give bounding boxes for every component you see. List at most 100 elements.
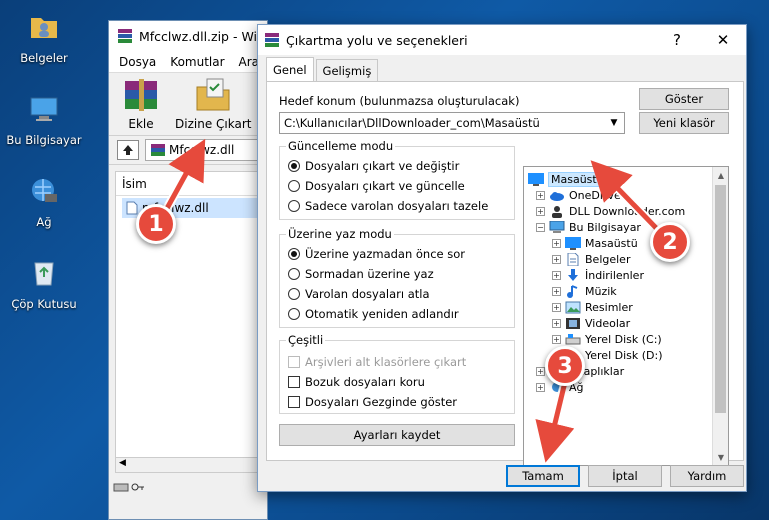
radio-button[interactable] xyxy=(288,160,300,172)
tree-item-label: Yerel Disk (C:) xyxy=(585,332,662,346)
add-button[interactable]: Ekle xyxy=(121,77,161,131)
radio-extract-update[interactable]: Dosyaları çıkart ve güncelle xyxy=(288,179,465,193)
tree-item-documents[interactable]: + Belgeler xyxy=(552,251,630,267)
chevron-down-icon[interactable]: ▼ xyxy=(604,113,624,133)
checkbox-keep-broken[interactable]: Bozuk dosyaları koru xyxy=(288,375,425,389)
expand-icon[interactable]: + xyxy=(536,206,545,216)
radio-button[interactable] xyxy=(288,200,300,212)
expand-icon[interactable]: + xyxy=(552,302,561,312)
close-icon: ✕ xyxy=(716,31,730,49)
tree-item-user[interactable]: + DLL Downloader.com xyxy=(536,203,685,219)
drive-key-icon xyxy=(113,483,144,492)
radio-button[interactable] xyxy=(288,180,300,192)
radio-button[interactable] xyxy=(288,268,300,280)
archive-icon xyxy=(151,144,165,156)
new-folder-button[interactable]: Yeni klasör xyxy=(639,112,729,134)
tree-item-label: Müzik xyxy=(585,284,617,298)
archive-books-icon xyxy=(125,79,157,111)
tree-item-videos[interactable]: + Videolar xyxy=(552,315,630,331)
radio-button[interactable] xyxy=(288,248,300,260)
scroll-up-arrow-icon[interactable]: ▲ xyxy=(713,167,728,183)
checkbox[interactable] xyxy=(288,376,300,388)
option-label: Dosyaları Gezginde göster xyxy=(305,395,458,409)
download-icon xyxy=(568,268,578,281)
up-folder-button[interactable] xyxy=(117,140,139,160)
cloud-icon xyxy=(550,191,564,201)
tree-item-downloads[interactable]: + İndirilenler xyxy=(552,267,644,283)
tab-advanced[interactable]: Gelişmiş xyxy=(315,59,379,81)
horizontal-scrollbar[interactable]: ◀ xyxy=(115,457,267,473)
tree-item-label: Resimler xyxy=(585,300,633,314)
tree-scrollbar[interactable]: ▲ ▼ xyxy=(712,167,728,465)
folder-tree[interactable]: Masaüstü + OneDrive + DLL Downloader.com… xyxy=(523,166,729,466)
tab-general[interactable]: Genel xyxy=(266,57,314,81)
group-title: Çeşitli xyxy=(286,333,326,347)
tree-item-label: Yerel Disk (D:) xyxy=(585,348,663,362)
music-icon xyxy=(567,284,578,298)
desktop-icon-label: Ağ xyxy=(36,215,52,229)
winrar-app-icon xyxy=(265,33,279,47)
tree-item-pictures[interactable]: + Resimler xyxy=(552,299,633,315)
expand-icon[interactable]: + xyxy=(536,190,545,200)
dialog-titlebar: Çıkartma yolu ve seçenekleri ? ✕ xyxy=(258,25,746,55)
help-icon: ? xyxy=(673,31,681,49)
tree-item-music[interactable]: + Müzik xyxy=(552,283,617,299)
desktop-icon-this-pc[interactable]: Bu Bilgisayar xyxy=(4,92,84,147)
expand-icon[interactable]: + xyxy=(552,286,561,296)
desktop-icon-documents[interactable]: Belgeler xyxy=(4,10,84,65)
document-icon xyxy=(567,252,579,266)
tree-item-pc-desktop[interactable]: + Masaüstü xyxy=(552,235,638,251)
desktop-icon-network[interactable]: Ağ xyxy=(4,174,84,229)
radio-extract-replace[interactable]: Dosyaları çıkart ve değiştir xyxy=(288,159,459,173)
radio-overwrite-without-prompt[interactable]: Sormadan üzerine yaz xyxy=(288,267,434,281)
tree-item-local-disk-c[interactable]: + Yerel Disk (C:) xyxy=(552,331,662,347)
column-header-name[interactable]: İsim xyxy=(116,172,266,196)
expand-icon[interactable]: + xyxy=(536,366,545,376)
scrollbar-thumb[interactable] xyxy=(715,185,726,413)
checkbox[interactable] xyxy=(288,396,300,408)
callout-step-3: 3 xyxy=(545,346,585,386)
extract-to-button[interactable]: Dizine Çıkart xyxy=(175,77,251,131)
close-button[interactable]: ✕ xyxy=(700,25,746,55)
expand-icon[interactable]: + xyxy=(552,334,561,344)
radio-rename-automatically[interactable]: Otomatik yeniden adlandır xyxy=(288,307,459,321)
destination-value: C:\Kullanıcılar\DllDownloader_com\Masaüs… xyxy=(284,116,540,130)
radio-freshen-existing[interactable]: Sadece varolan dosyaları tazele xyxy=(288,199,488,213)
winrar-title: Mfcclwz.dll.zip - Win xyxy=(139,28,265,44)
menu-commands[interactable]: Komutlar xyxy=(170,55,224,69)
tree-item-this-pc[interactable]: − Bu Bilgisayar xyxy=(536,219,641,235)
radio-button[interactable] xyxy=(288,308,300,320)
tree-item-onedrive[interactable]: + OneDrive xyxy=(536,187,621,203)
expand-icon[interactable]: + xyxy=(552,238,561,248)
ok-button[interactable]: Tamam xyxy=(506,465,580,487)
option-label: Üzerine yazmadan önce sor xyxy=(305,247,466,261)
group-title: Üzerine yaz modu xyxy=(286,227,394,241)
save-settings-button[interactable]: Ayarları kaydet xyxy=(279,424,515,446)
winrar-toolbar: Ekle Dizine Çıkart xyxy=(109,73,267,135)
overwrite-mode-group: Üzerine yaz modu Üzerine yazmadan önce s… xyxy=(279,227,515,328)
expand-icon[interactable]: + xyxy=(552,318,561,328)
checkbox-show-in-explorer[interactable]: Dosyaları Gezginde göster xyxy=(288,395,457,409)
archive-path[interactable]: Mfcclwz.dll xyxy=(145,139,267,161)
network-icon xyxy=(32,179,57,202)
destination-combo[interactable]: C:\Kullanıcılar\DllDownloader_com\Masaüs… xyxy=(279,112,625,134)
scroll-down-arrow-icon[interactable]: ▼ xyxy=(713,449,728,465)
desktop-icon-label: Çöp Kutusu xyxy=(11,297,77,311)
help-button[interactable]: Yardım xyxy=(670,465,744,487)
cancel-button[interactable]: İptal xyxy=(588,465,662,487)
tree-item-desktop[interactable]: Masaüstü xyxy=(528,171,607,187)
radio-ask-before-overwrite[interactable]: Üzerine yazmadan önce sor xyxy=(288,247,465,261)
expand-icon[interactable]: + xyxy=(552,254,561,264)
winrar-window: Mfcclwz.dll.zip - Win Dosya Komutlar Ara… xyxy=(108,20,276,520)
desktop-icon-recycle-bin[interactable]: Çöp Kutusu xyxy=(4,256,84,311)
expand-icon[interactable]: + xyxy=(536,382,545,392)
picture-icon xyxy=(565,301,581,313)
radio-skip-existing[interactable]: Varolan dosyaları atla xyxy=(288,287,430,301)
expand-icon[interactable]: + xyxy=(552,270,561,280)
menu-file[interactable]: Dosya xyxy=(119,55,156,69)
up-arrow-icon xyxy=(123,145,133,155)
show-button[interactable]: Göster xyxy=(639,88,729,110)
help-title-button[interactable]: ? xyxy=(654,25,700,55)
collapse-icon[interactable]: − xyxy=(536,222,545,232)
radio-button[interactable] xyxy=(288,288,300,300)
